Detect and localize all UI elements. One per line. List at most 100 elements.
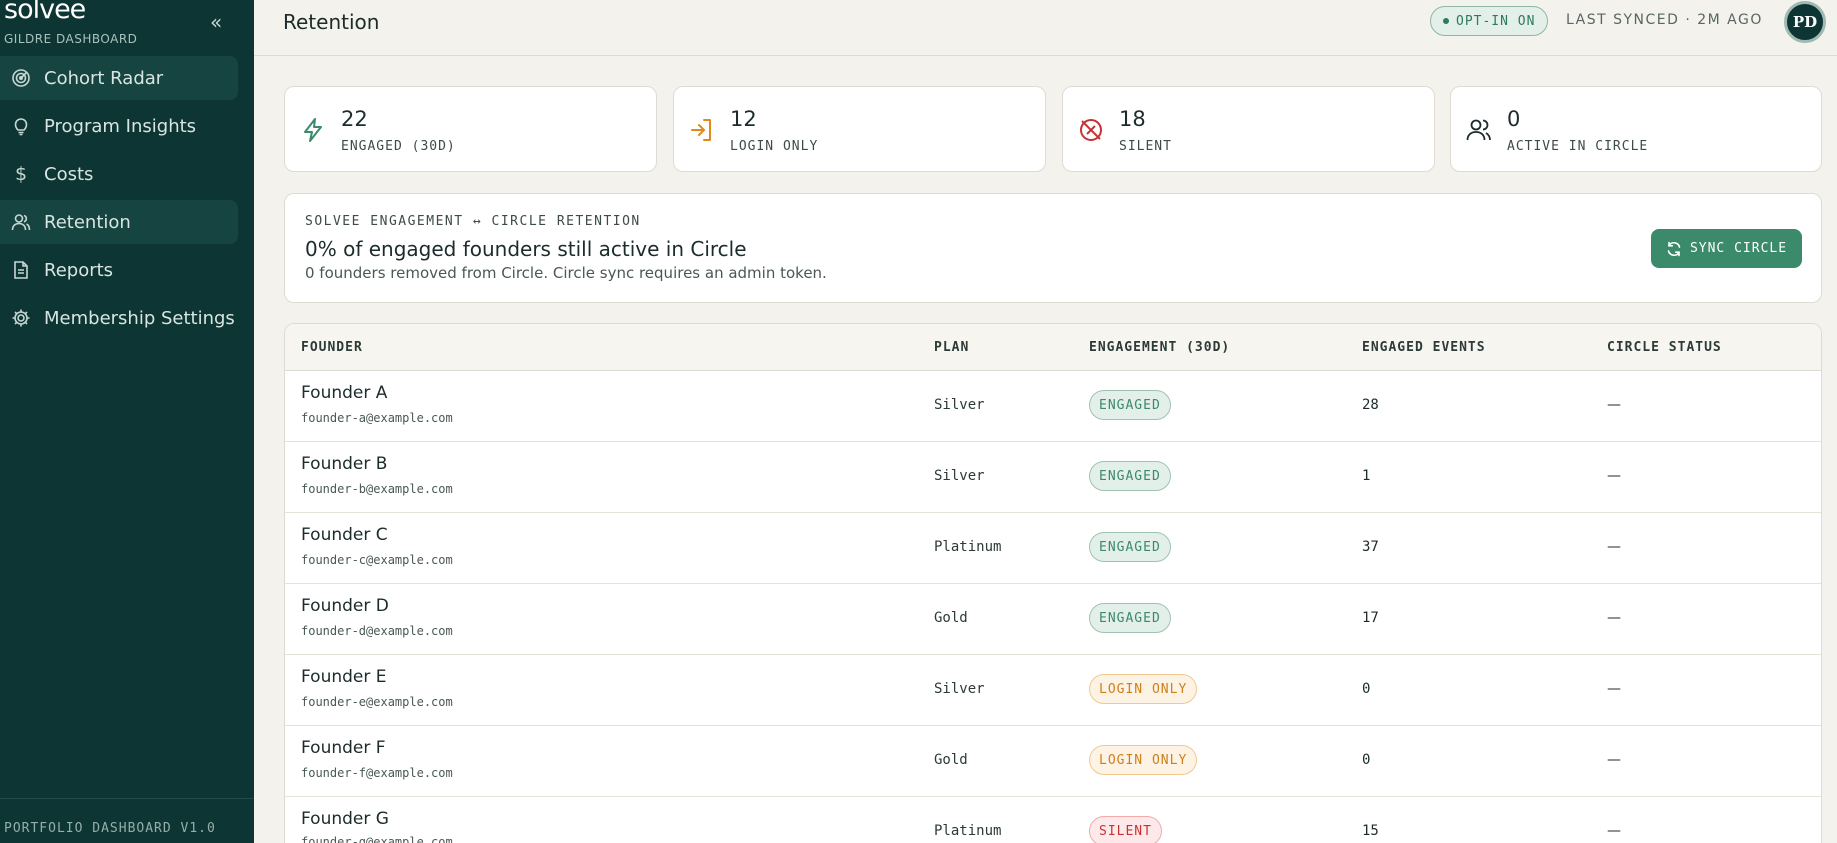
plan: Platinum: [934, 539, 1002, 555]
stat-value: 18: [1119, 107, 1146, 131]
login-arrow-icon: [691, 119, 711, 141]
circle-status: —: [1607, 610, 1621, 626]
engagement-badge: ENGAGED: [1089, 461, 1171, 491]
engagement-badge: LOGIN ONLY: [1089, 674, 1198, 704]
sidebar-item-reports[interactable]: Reports: [0, 248, 238, 292]
sidebar-item-label: Program Insights: [44, 115, 197, 137]
plan: Silver: [934, 397, 985, 413]
brand-subtitle: GILDRE DASHBOARD: [4, 32, 138, 46]
stat-value: 12: [730, 107, 757, 131]
plan: Platinum: [934, 823, 1002, 839]
engaged-events: 37: [1362, 539, 1379, 555]
status-dot: [1443, 18, 1449, 24]
sidebar-item-retention[interactable]: Retention: [0, 200, 238, 244]
sidebar-item-label: Cohort Radar: [44, 67, 164, 89]
lightning-icon: [304, 118, 322, 142]
circle-status: —: [1607, 468, 1621, 484]
sidebar-footer: PORTFOLIO DASHBOARD V1.0: [0, 798, 254, 836]
sync-circle-button[interactable]: SYNC CIRCLE: [1651, 229, 1802, 268]
lightbulb-icon: [10, 115, 32, 137]
banner-kicker: SOLVEE ENGAGEMENT ↔ CIRCLE RETENTION: [305, 214, 641, 229]
dollar-icon: $: [14, 163, 28, 185]
column-header-circle-status[interactable]: CIRCLE STATUS: [1607, 340, 1722, 355]
table-row[interactable]: Founder D founder-d@example.com Gold ENG…: [285, 584, 1821, 655]
circle-status: —: [1607, 752, 1621, 768]
engaged-events: 17: [1362, 610, 1379, 626]
founder-email: founder-f@example.com: [301, 766, 453, 780]
stat-card-active-in-circle: 0 ACTIVE IN CIRCLE: [1450, 86, 1822, 172]
avatar[interactable]: PD: [1784, 1, 1826, 43]
plan: Gold: [934, 752, 968, 768]
gear-icon: [10, 307, 32, 329]
sidebar-item-label: Reports: [44, 259, 114, 281]
plan: Silver: [934, 468, 985, 484]
sidebar-item-label: Costs: [44, 163, 94, 185]
plan: Silver: [934, 681, 985, 697]
sidebar-item-costs[interactable]: $ Costs: [0, 152, 238, 196]
table-row[interactable]: Founder B founder-b@example.com Silver E…: [285, 442, 1821, 513]
sidebar-item-program-insights[interactable]: Program Insights: [0, 104, 238, 148]
circle-status: —: [1607, 397, 1621, 413]
stat-label: LOGIN ONLY: [730, 139, 819, 154]
engagement-badge: ENGAGED: [1089, 603, 1171, 633]
column-header-engaged-events[interactable]: ENGAGED EVENTS: [1362, 340, 1486, 355]
circle-status: —: [1607, 681, 1621, 697]
engaged-events: 15: [1362, 823, 1379, 839]
stat-value: 22: [341, 107, 368, 131]
engagement-badge: ENGAGED: [1089, 390, 1171, 420]
founder-name: Founder E: [301, 667, 387, 687]
brand-logo[interactable]: solvee: [4, 0, 86, 25]
table-row[interactable]: Founder F founder-f@example.com Gold LOG…: [285, 726, 1821, 797]
engaged-events: 0: [1362, 681, 1371, 697]
page-title: Retention: [283, 10, 380, 34]
founder-name: Founder D: [301, 596, 389, 616]
stat-label: ENGAGED (30D): [341, 139, 456, 154]
users-icon: [1466, 119, 1491, 141]
double-chevron-left-icon[interactable]: «: [210, 10, 222, 34]
sidebar-item-membership-settings[interactable]: Membership Settings: [0, 296, 238, 340]
stat-card-silent: 18 SILENT: [1062, 86, 1435, 172]
last-synced: LAST SYNCED · 2M AGO: [1566, 12, 1763, 28]
blocked-icon: [1080, 119, 1102, 141]
engaged-events: 0: [1362, 752, 1371, 768]
sidebar-item-label: Retention: [44, 211, 131, 233]
banner-headline: 0% of engaged founders still active in C…: [305, 237, 747, 261]
sidebar-item-label: Membership Settings: [44, 307, 235, 329]
optin-label: OPT-IN ON: [1456, 13, 1536, 29]
founder-email: founder-g@example.com: [301, 835, 453, 843]
stat-label: ACTIVE IN CIRCLE: [1507, 139, 1649, 154]
column-header-founder[interactable]: FOUNDER: [301, 340, 363, 355]
document-icon: [10, 259, 32, 281]
banner-subtext: 0 founders removed from Circle. Circle s…: [305, 264, 827, 282]
optin-badge[interactable]: OPT-IN ON: [1430, 6, 1549, 36]
sync-circle-label: SYNC CIRCLE: [1689, 241, 1788, 256]
refresh-icon: [1667, 241, 1681, 256]
users-icon: [10, 211, 32, 233]
founder-email: founder-a@example.com: [301, 411, 453, 425]
table-header: FOUNDER PLAN ENGAGEMENT (30D) ENGAGED EV…: [285, 324, 1821, 371]
header: Retention OPT-IN ON LAST SYNCED · 2M AGO…: [254, 0, 1837, 56]
engagement-badge: SILENT: [1089, 816, 1162, 843]
stat-card-login-only: 12 LOGIN ONLY: [673, 86, 1046, 172]
table-row[interactable]: Founder A founder-a@example.com Silver E…: [285, 371, 1821, 442]
engaged-events: 28: [1362, 397, 1379, 413]
table-row[interactable]: Founder E founder-e@example.com Silver L…: [285, 655, 1821, 726]
sidebar: solvee GILDRE DASHBOARD « Cohort Radar P…: [0, 0, 254, 843]
retention-banner: SOLVEE ENGAGEMENT ↔ CIRCLE RETENTION 0% …: [284, 193, 1822, 303]
engagement-badge: LOGIN ONLY: [1089, 745, 1198, 775]
founder-email: founder-b@example.com: [301, 482, 453, 496]
founder-name: Founder B: [301, 454, 388, 474]
founder-name: Founder A: [301, 383, 388, 403]
column-header-engagement[interactable]: ENGAGEMENT (30D): [1089, 340, 1230, 355]
founder-name: Founder C: [301, 525, 388, 545]
column-header-plan[interactable]: PLAN: [934, 340, 969, 355]
stat-value: 0: [1507, 107, 1521, 131]
table-row[interactable]: Founder G founder-g@example.com Platinum…: [285, 797, 1821, 843]
circle-status: —: [1607, 539, 1621, 555]
sidebar-item-cohort-radar[interactable]: Cohort Radar: [0, 56, 238, 100]
engagement-badge: ENGAGED: [1089, 532, 1171, 562]
radar-icon: [10, 67, 32, 89]
table-row[interactable]: Founder C founder-c@example.com Platinum…: [285, 513, 1821, 584]
founders-table: FOUNDER PLAN ENGAGEMENT (30D) ENGAGED EV…: [284, 323, 1822, 843]
circle-status: —: [1607, 823, 1621, 839]
